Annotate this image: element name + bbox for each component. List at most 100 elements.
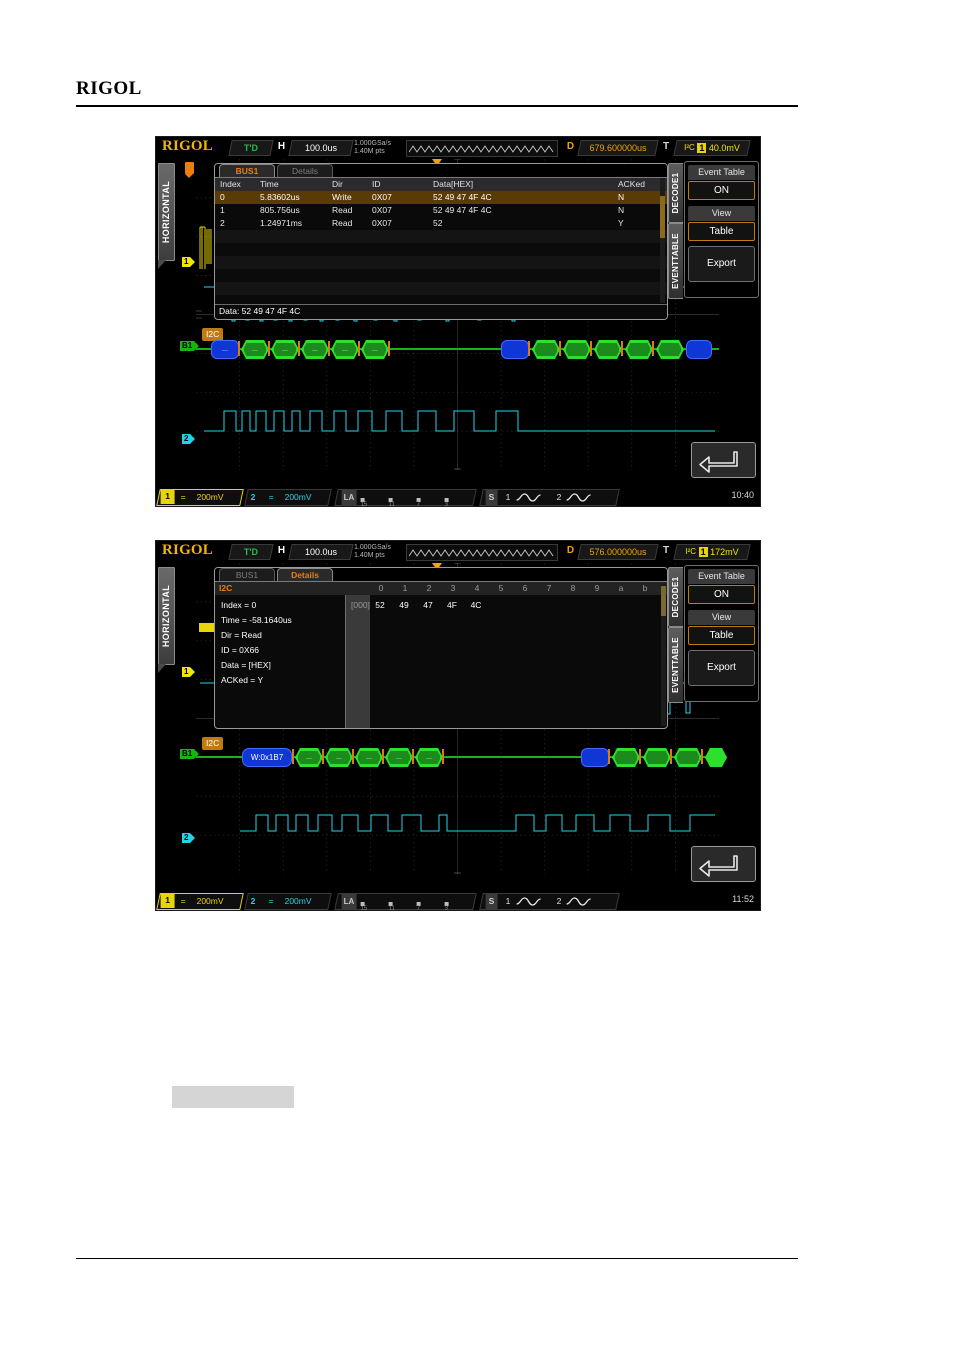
scope2-tab-decode1[interactable]: DECODE1 [668, 567, 683, 627]
cell-acked: Y [618, 218, 624, 228]
statusbar-sources[interactable]: S 1 2 [479, 489, 620, 506]
scope1-trigger-status[interactable]: T'D [228, 140, 274, 156]
hex-col-header: 9 [594, 583, 600, 593]
scope2-tab-eventtable[interactable]: EVENTTABLE [668, 627, 683, 703]
hex-col-header: b [642, 583, 648, 593]
scope1-trigger-info[interactable]: I²C 1 40.0mV [673, 140, 751, 156]
details-scrollbar[interactable] [661, 584, 666, 726]
scope2-delay-label: D [566, 545, 575, 556]
scope2-data-packet[interactable]: ... [417, 750, 441, 765]
scope2-channel1-marker[interactable]: 1 [182, 667, 197, 677]
table-row-empty [215, 230, 667, 243]
export-button[interactable]: Export [688, 246, 755, 282]
scope1-data-packet[interactable]: ... [303, 342, 327, 357]
scope1-address-packet[interactable]: ... [211, 340, 239, 359]
scope1-address-packet-3[interactable] [686, 340, 712, 359]
statusbar-la[interactable]: LA 15 11 7 3 [334, 893, 477, 910]
scope2-address-packet[interactable]: W:0x1B7 [242, 748, 292, 767]
scope2-trigger-info[interactable]: I²C 1 172mV [673, 544, 751, 560]
sine-wave-icon [516, 493, 541, 502]
scope2-return-button[interactable] [691, 846, 756, 882]
scope1-trigger-level-marker[interactable] [185, 162, 194, 178]
table-row[interactable]: 0 5.83602us Write 0X07 52 49 47 4F 4C N [215, 191, 667, 204]
scope1-data-packet[interactable] [534, 342, 558, 357]
tab-bus1[interactable]: BUS1 [219, 568, 275, 582]
cell-data: 52 49 47 4F 4C [433, 205, 492, 215]
tab-details[interactable]: Details [277, 164, 333, 178]
scope1-data-packet[interactable]: ... [273, 342, 297, 357]
scope2-clock: 11:52 [732, 894, 754, 904]
statusbar-ch2[interactable]: 2 = 200mV [244, 893, 332, 910]
ch1-coupling-icon: = [180, 896, 186, 906]
statusbar-sources[interactable]: S 1 2 [479, 893, 620, 910]
statusbar-la[interactable]: LA 15 11 7 3 [334, 489, 477, 506]
scope2-data-packet[interactable] [645, 750, 669, 765]
table-row[interactable]: 2 1.24971ms Read 0X07 52 Y [215, 217, 667, 230]
scrollbar-thumb[interactable] [661, 586, 666, 616]
export-button[interactable]: Export [688, 650, 755, 686]
scrollbar-thumb[interactable] [660, 196, 665, 238]
scope2-delay-value[interactable]: 576.000000us [577, 544, 659, 560]
scope1-tab-eventtable[interactable]: EVENTTABLE [668, 223, 683, 299]
scope1-horizontal-value[interactable]: 100.0us [288, 140, 354, 156]
event-table-scrollbar[interactable] [660, 178, 665, 303]
scope2-bus-protocol-label[interactable]: I2C [202, 737, 224, 750]
cell-time: 1.24971ms [260, 218, 303, 228]
source1-label: 1 [505, 896, 511, 906]
menu-value-view[interactable]: Table [688, 222, 755, 241]
scope1-data-packet[interactable] [596, 342, 620, 357]
statusbar-ch2[interactable]: 2 = 200mV [244, 489, 332, 506]
cell-acked: N [618, 192, 625, 202]
scope2-trigger-status[interactable]: T'D [228, 544, 274, 560]
scope1-channel1-marker[interactable]: 1 [182, 257, 197, 267]
scope2-data-packet[interactable]: ... [327, 750, 351, 765]
scope2-bus-marker[interactable]: B1 [180, 749, 200, 759]
scope2-horizontal-value[interactable]: 100.0us [288, 544, 354, 560]
scope1-data-packet[interactable] [658, 342, 682, 357]
scope1-trigger-level: 40.0mV [708, 143, 740, 153]
table-row[interactable]: 1 805.756us Read 0X07 52 49 47 4F 4C N [215, 204, 667, 217]
scope1-data-packet[interactable]: ... [333, 342, 357, 357]
statusbar-ch1[interactable]: 1 = 200mV [156, 489, 244, 506]
la-tick: 3 [444, 502, 448, 507]
scope1-horizontal-side-label[interactable]: HORIZONTAL [158, 163, 175, 269]
col-index: Index [220, 179, 241, 189]
scope2-horizontal-side-label[interactable]: HORIZONTAL [158, 567, 175, 673]
scope1-data-packet[interactable] [565, 342, 589, 357]
scope1-channel2-marker[interactable]: 2 [182, 434, 197, 444]
statusbar-ch1[interactable]: 1 = 200mV [156, 893, 244, 910]
scope1-data-packet[interactable] [627, 342, 651, 357]
scope1-waveform-overview[interactable] [406, 140, 558, 157]
scope1-tab-decode1[interactable]: DECODE1 [668, 163, 683, 223]
scope2-address-packet-2[interactable] [581, 748, 609, 767]
tab-eventtable-label: EVENTTABLE [671, 637, 680, 693]
scope1-data-packet[interactable]: ... [363, 342, 387, 357]
scope2-topbar: RIGOL T'D H 100.0us 1.000GSa/s 1.40M pts… [156, 541, 760, 562]
scope2-data-packet[interactable] [614, 750, 638, 765]
tab-details[interactable]: Details [277, 568, 333, 582]
packet-separator [298, 341, 300, 356]
menu-value-event-table[interactable]: ON [688, 181, 755, 200]
scope2-data-packet[interactable] [676, 750, 700, 765]
page-brand: RIGOL [76, 78, 142, 99]
menu-value-view[interactable]: Table [688, 626, 755, 645]
la-tick: 15 [360, 906, 368, 911]
scope1-data-packet[interactable]: ... [243, 342, 267, 357]
detail-line-time: Time = -58.1640us [221, 615, 292, 625]
scope1-return-button[interactable] [691, 442, 756, 478]
tab-bus1[interactable]: BUS1 [219, 164, 275, 178]
menu-label-view: View [688, 206, 755, 221]
scope1-mem-depth: 1.40M pts [354, 147, 385, 155]
scope2-data-packet[interactable]: ... [297, 750, 321, 765]
scope2-data-packet[interactable]: ... [357, 750, 381, 765]
scope2-channel2-marker[interactable]: 2 [182, 833, 197, 843]
scope1-bus-marker[interactable]: B1 [180, 341, 200, 351]
source1-label: 1 [505, 492, 511, 502]
packet-separator [412, 749, 414, 764]
scope2-waveform-overview[interactable] [406, 544, 558, 561]
menu-value-event-table[interactable]: ON [688, 585, 755, 604]
scope1-delay-value[interactable]: 679.600000us [577, 140, 659, 156]
scope2-data-packet[interactable]: ... [387, 750, 411, 765]
scope1-address-packet-2[interactable] [501, 340, 529, 359]
table-row-empty [215, 282, 667, 295]
